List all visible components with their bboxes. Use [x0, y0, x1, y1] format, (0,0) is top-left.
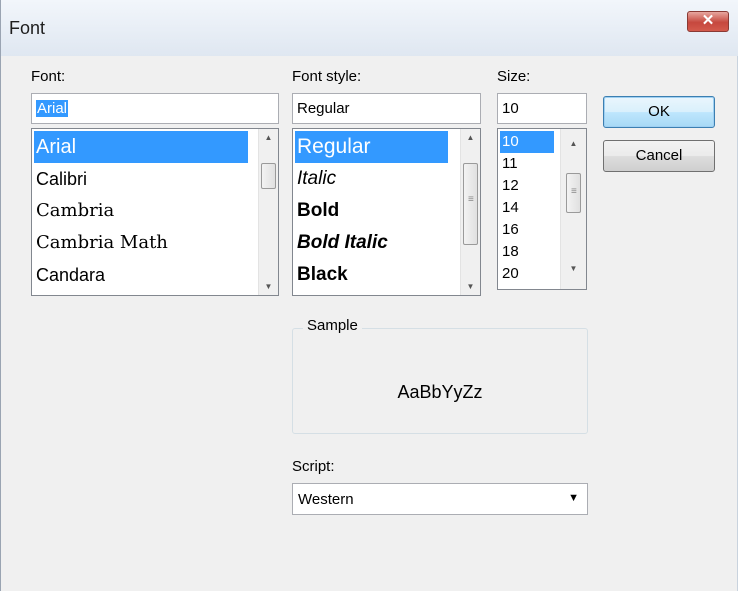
font-style-list[interactable]: Black Bold Italic Bold Italic Regular ▲ ≡ ▼	[292, 128, 481, 296]
scroll-thumb[interactable]: ≡	[463, 163, 478, 245]
up-arrow-icon[interactable]: ▲	[259, 133, 278, 142]
script-value: Western	[298, 491, 354, 508]
chevron-down-icon[interactable]: ▼	[568, 492, 579, 504]
title-bar[interactable]: Font ✕	[1, 0, 738, 56]
size-list[interactable]: 20 18 16 14 12 11 10 ▲ ≡ ▼	[497, 128, 587, 290]
font-list-item[interactable]: Arial	[34, 131, 248, 163]
font-name-value: Arial	[36, 100, 69, 117]
scroll-thumb[interactable]: ≡	[566, 173, 581, 213]
sample-group	[292, 328, 588, 434]
scroll-thumb[interactable]	[261, 163, 276, 189]
script-label: Script:	[292, 458, 335, 475]
script-dropdown[interactable]: Western ▼	[292, 483, 588, 515]
style-list-item[interactable]: Bold	[295, 195, 448, 227]
close-button[interactable]: ✕	[687, 11, 729, 32]
font-list-item[interactable]: Cambria Math	[34, 227, 248, 259]
font-list-item[interactable]: Candara	[34, 259, 248, 291]
size-list-item[interactable]: 20	[500, 263, 554, 285]
sample-preview-text: AaBbYyZz	[397, 382, 483, 402]
size-label: Size:	[497, 68, 531, 85]
down-arrow-icon[interactable]: ▼	[259, 282, 278, 291]
size-input[interactable]: 10	[497, 93, 587, 124]
font-label: Font:	[31, 68, 66, 85]
style-list-item[interactable]: Regular	[295, 131, 448, 163]
up-arrow-icon[interactable]: ▲	[461, 133, 480, 142]
down-arrow-icon[interactable]: ▼	[561, 264, 586, 273]
font-dialog: Font ✕ Font: Arial Candara Cambria Math Ca…	[0, 0, 738, 591]
size-list-scrollbar[interactable]: ▲ ≡ ▼	[560, 129, 586, 289]
size-list-item[interactable]: 18	[500, 241, 554, 263]
up-arrow-icon[interactable]: ▲	[561, 139, 586, 148]
size-list-item[interactable]: 12	[500, 175, 554, 197]
font-list-item[interactable]: Calibri	[34, 163, 248, 195]
font-style-label: Font style:	[292, 68, 362, 85]
cancel-button[interactable]: Cancel	[603, 140, 715, 172]
style-list-item[interactable]: Black	[295, 259, 448, 291]
dialog-title: Font	[9, 18, 46, 38]
font-style-list-scrollbar[interactable]: ▲ ≡ ▼	[460, 129, 480, 295]
font-list[interactable]: Candara Cambria Math Cambria Calibri Arial ▲…	[31, 128, 279, 296]
ok-button[interactable]: OK	[603, 96, 715, 128]
sample-label: Sample	[303, 317, 362, 334]
down-arrow-icon[interactable]: ▼	[461, 282, 480, 291]
grip-icon: ≡	[571, 186, 577, 197]
font-list-scrollbar[interactable]: ▲ ▼	[258, 129, 278, 295]
font-name-input[interactable]: Arial	[31, 93, 279, 124]
size-list-item[interactable]: 11	[500, 153, 554, 175]
close-icon: ✕	[701, 12, 715, 29]
style-list-item[interactable]: Bold Italic	[295, 227, 448, 259]
size-list-item[interactable]: 14	[500, 197, 554, 219]
grip-icon: ≡	[468, 194, 474, 205]
style-list-item[interactable]: Italic	[295, 163, 448, 195]
font-style-input[interactable]: Regular	[292, 93, 481, 124]
size-value: 10	[502, 100, 519, 117]
font-style-value: Regular	[297, 100, 350, 117]
font-list-item[interactable]: Cambria	[34, 195, 248, 227]
size-list-item[interactable]: 10	[500, 131, 554, 153]
size-list-item[interactable]: 16	[500, 219, 554, 241]
